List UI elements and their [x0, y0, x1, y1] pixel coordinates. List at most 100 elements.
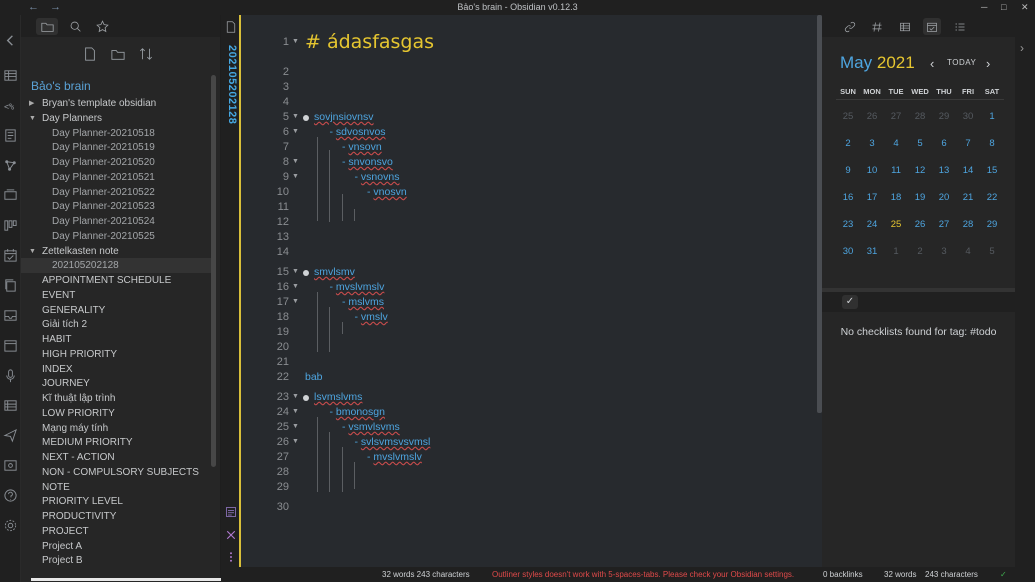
calendar-day[interactable]: 26	[908, 219, 932, 230]
outline-item[interactable]: - svlsvmsvsvmsl	[355, 436, 431, 448]
tab-tags[interactable]	[868, 18, 886, 35]
explorer-scrollbar[interactable]	[211, 75, 216, 467]
settings-gear-icon[interactable]	[3, 518, 18, 533]
calendar-day[interactable]: 17	[860, 192, 884, 203]
calendar-day[interactable]: 5	[980, 246, 1004, 257]
close-window-button[interactable]: ✕	[1021, 0, 1029, 15]
calendar-day[interactable]: 29	[932, 111, 956, 122]
more-options-icon[interactable]	[225, 551, 237, 563]
fold-toggle-icon[interactable]: ▼	[292, 128, 299, 135]
note-editor[interactable]: # ádasfasgas 1 ▼ 2 3 4 5 ▼ sovjnsiovnsv 6 ▼ - sdvo…	[241, 15, 822, 567]
tree-folder[interactable]: ▶ Bryan's template obsidian	[21, 96, 211, 111]
fold-toggle-icon[interactable]: ▼	[292, 38, 299, 45]
calendar-day[interactable]: 30	[836, 246, 860, 257]
graph-view-icon[interactable]	[3, 158, 18, 173]
fold-toggle-icon[interactable]: ▼	[292, 393, 299, 400]
calendar-day[interactable]: 4	[884, 138, 908, 149]
tree-file[interactable]: Giải tích 2	[21, 317, 211, 332]
outline-item[interactable]: - vsmvlsvms	[342, 421, 400, 433]
tree-file[interactable]: HIGH PRIORITY	[21, 347, 211, 362]
tree-file[interactable]: Kĩ thuật lập trình	[21, 391, 211, 406]
calendar-day[interactable]: 29	[980, 219, 1004, 230]
calendar-day[interactable]: 18	[884, 192, 908, 203]
outline-item[interactable]: - vmslv	[355, 311, 388, 323]
tree-file[interactable]: NEXT - ACTION	[21, 450, 211, 465]
tab-outline[interactable]	[951, 18, 969, 35]
calendar-day[interactable]: 28	[956, 219, 980, 230]
chevron-down-icon[interactable]: ▼	[29, 111, 36, 126]
calendar-day[interactable]: 30	[956, 111, 980, 122]
tree-file[interactable]: INDEX	[21, 362, 211, 377]
tab-outline-table[interactable]	[896, 18, 914, 35]
calendar-day[interactable]: 21	[956, 192, 980, 203]
calendar-day[interactable]: 31	[860, 246, 884, 257]
tab-search[interactable]	[64, 18, 86, 35]
close-pane-icon[interactable]	[225, 529, 237, 541]
fold-toggle-icon[interactable]: ▼	[292, 158, 299, 165]
tree-file[interactable]: PRODUCTIVITY	[21, 509, 211, 524]
calendar-day[interactable]: 16	[836, 192, 860, 203]
calendar-day[interactable]: 27	[884, 111, 908, 122]
fold-toggle-icon[interactable]: ▼	[292, 408, 299, 415]
calendar-day[interactable]: 1	[980, 111, 1004, 122]
maximize-button[interactable]: □	[1001, 0, 1006, 15]
file-icon[interactable]	[225, 21, 237, 33]
calendar-day[interactable]: 20	[932, 192, 956, 203]
calendar-day[interactable]: 26	[860, 111, 884, 122]
calendar-day[interactable]: 3	[860, 138, 884, 149]
tree-file[interactable]: Day Planner-20210518	[21, 126, 211, 141]
tree-file[interactable]: Project B	[21, 553, 211, 568]
table-icon[interactable]	[3, 68, 18, 83]
calendar-day[interactable]: 27	[932, 219, 956, 230]
tree-file[interactable]: EVENT	[21, 288, 211, 303]
tree-file[interactable]: Day Planner-20210521	[21, 170, 211, 185]
calendar-day[interactable]: 28	[908, 111, 932, 122]
calendar-day[interactable]: 19	[908, 192, 932, 203]
calendar-day[interactable]: 13	[932, 165, 956, 176]
calendar-day[interactable]: 12	[908, 165, 932, 176]
tree-file[interactable]: Day Planner-20210524	[21, 214, 211, 229]
tree-file[interactable]: Day Planner-20210519	[21, 140, 211, 155]
outline-item[interactable]: lsvmslvms	[314, 391, 362, 403]
database-icon[interactable]	[3, 398, 18, 413]
new-folder-icon[interactable]	[111, 47, 125, 61]
fold-toggle-icon[interactable]: ▼	[292, 423, 299, 430]
fold-toggle-icon[interactable]: ▼	[292, 173, 299, 180]
calendar-day[interactable]: 2	[908, 246, 932, 257]
fold-toggle-icon[interactable]: ▼	[292, 298, 299, 305]
status-backlinks[interactable]: 0 backlinks	[823, 570, 863, 579]
note-icon[interactable]	[3, 128, 18, 143]
tree-file[interactable]: JOURNEY	[21, 376, 211, 391]
minimize-button[interactable]: ─	[981, 0, 987, 15]
calendar-day[interactable]: 5	[908, 138, 932, 149]
calendar-day[interactable]: 8	[980, 138, 1004, 149]
help-icon[interactable]	[3, 488, 18, 503]
tree-file[interactable]: Day Planner-20210525	[21, 229, 211, 244]
tree-file[interactable]: Day Planner-20210522	[21, 185, 211, 200]
tree-folder[interactable]: ▼ Day Planners	[21, 111, 211, 126]
note-heading[interactable]: # ádasfasgas	[305, 31, 434, 53]
next-month-button[interactable]: ›	[986, 56, 990, 71]
calendar-day[interactable]: 6	[932, 138, 956, 149]
sync-status-icon[interactable]: ✓	[1000, 570, 1007, 579]
fold-toggle-icon[interactable]: ▼	[292, 268, 299, 275]
outline-item[interactable]: - vsnovns	[355, 171, 400, 183]
outline-item[interactable]: smvlsmv	[314, 266, 355, 278]
fold-toggle-icon[interactable]: ▼	[292, 283, 299, 290]
kanban-icon[interactable]	[3, 218, 18, 233]
sort-icon[interactable]	[139, 47, 153, 61]
outline-item[interactable]: - mvslvmslv	[367, 451, 422, 463]
calendar-day[interactable]: 11	[884, 165, 908, 176]
calendar-day[interactable]: 9	[836, 165, 860, 176]
chevron-down-icon[interactable]: ▼	[29, 244, 36, 259]
previous-month-button[interactable]: ‹	[930, 56, 934, 71]
chevron-right-icon[interactable]: ▶	[29, 96, 34, 111]
reading-view-icon[interactable]	[225, 506, 237, 518]
calendar-day[interactable]: 24	[860, 219, 884, 230]
today-button[interactable]: TODAY	[947, 58, 976, 67]
tree-file[interactable]: Day Planner-20210520	[21, 155, 211, 170]
archive-icon[interactable]	[3, 308, 18, 323]
outline-item[interactable]: - snvonsvo	[342, 156, 393, 168]
collapse-right-sidebar-icon[interactable]: ›	[1020, 41, 1024, 55]
tab-backlinks[interactable]	[841, 18, 859, 35]
